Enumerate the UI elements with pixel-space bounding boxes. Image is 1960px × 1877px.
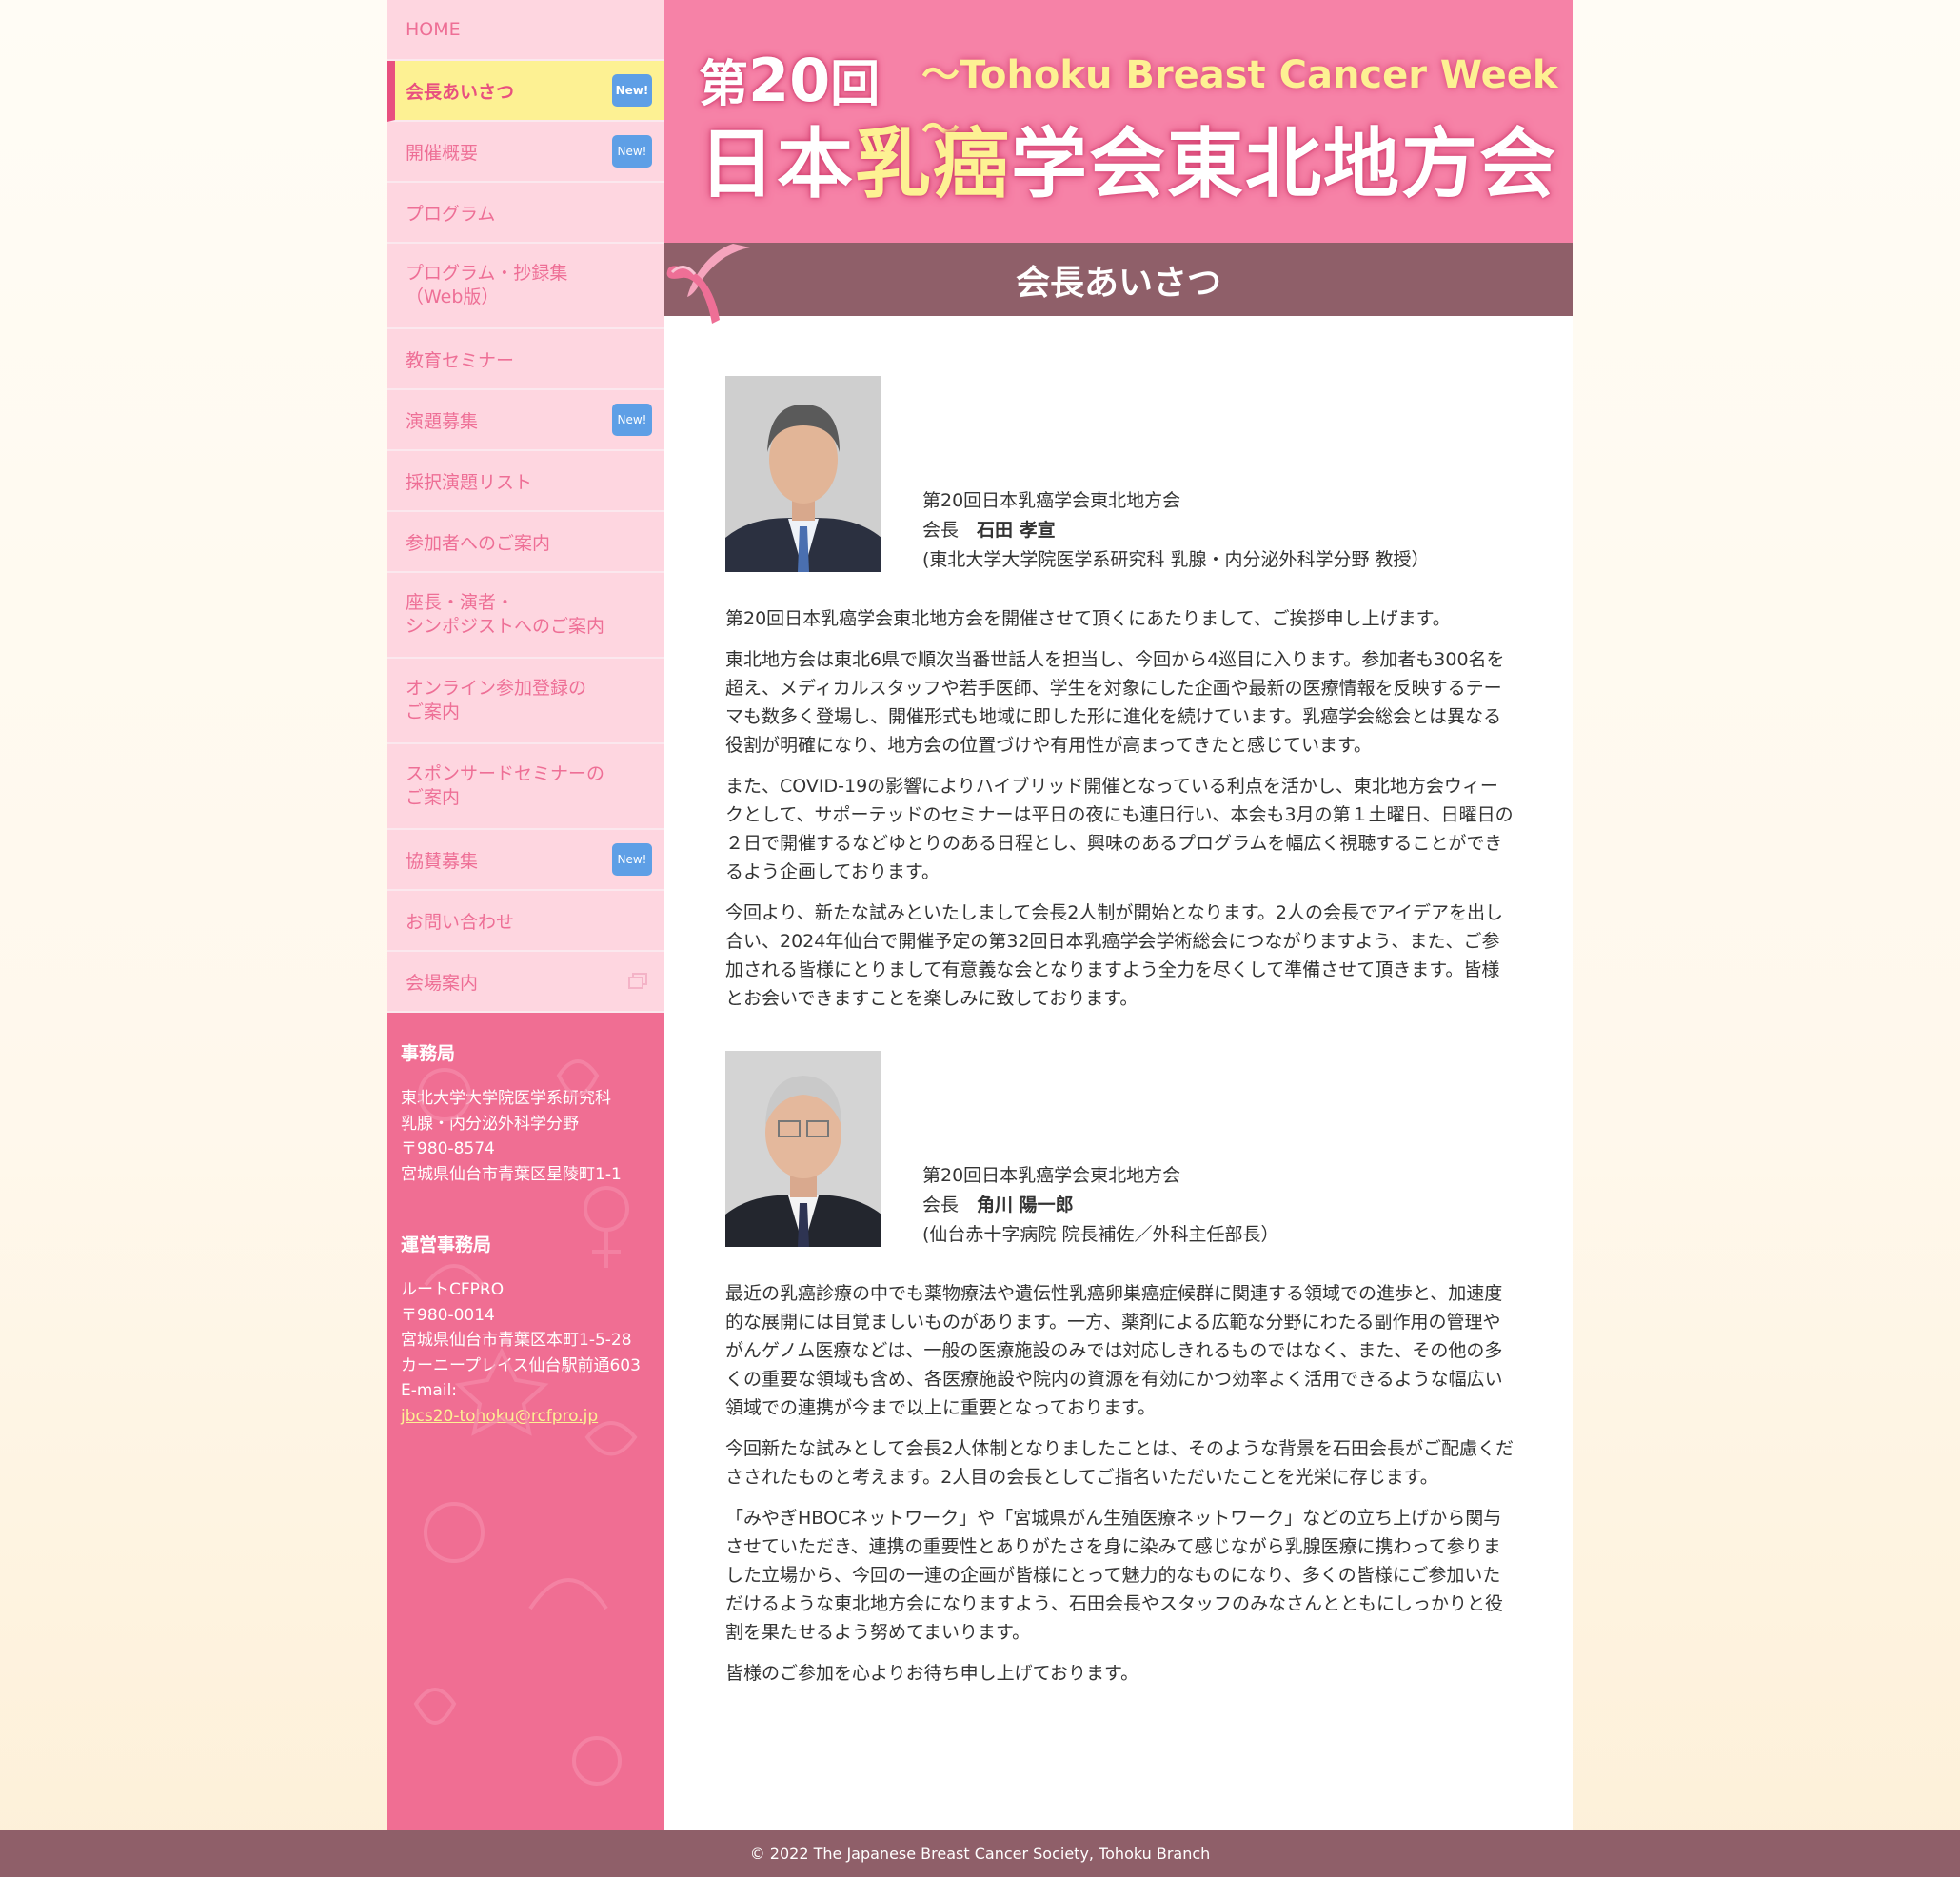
operations-office-line: 宮城県仙台市青葉区本町1-5-28 [401, 1331, 632, 1350]
nav-item-label: プログラム [406, 203, 496, 225]
nav-item-sponsored-seminar[interactable]: スポンサードセミナーの ご案内 [387, 744, 664, 830]
sidebar: HOME 会長あいさつ New! 開催概要 New! プログラム プログラム・抄録集… [387, 0, 664, 1830]
operations-office-title: 運営事務局 [401, 1235, 492, 1255]
president-name: 角川 陽一郎 [977, 1195, 1074, 1215]
nav-item-sponsorship[interactable]: 協賛募集 New! [387, 830, 664, 891]
new-badge: New! [612, 404, 652, 436]
greeting-paragraph: 「みやぎHBOCネットワーク」や「宮城県がん生殖医療ネットワーク」などの立ち上げ… [725, 1508, 1504, 1643]
nav-item-program[interactable]: プログラム [387, 183, 664, 244]
nav-item-label: オンライン参加登録の ご案内 [406, 678, 587, 722]
secretariat-line: 東北大学大学院医学系研究科 [401, 1089, 611, 1108]
sidebar-nav: HOME 会長あいさつ New! 開催概要 New! プログラム プログラム・抄録集… [387, 0, 664, 1013]
president-profile: 第20回日本乳癌学会東北地方会 会長 角川 陽一郎 (仙台赤十字病院 院長補佐／… [725, 1051, 1515, 1247]
nav-item-online-registration[interactable]: オンライン参加登録の ご案内 [387, 659, 664, 744]
nav-item-abstracts-web[interactable]: プログラム・抄録集 （Web版） [387, 244, 664, 329]
nav-item-contact[interactable]: お問い合わせ [387, 891, 664, 952]
nav-item-label: 開催概要 [406, 142, 479, 164]
header-banner: 第20回 ～Tohoku Breast Cancer Week～ 日本乳癌学会東… [664, 0, 1573, 243]
president-caption: 第20回日本乳癌学会東北地方会 会長 石田 孝宣 (東北大学大学院医学系研究科 … [922, 486, 1430, 575]
nav-item-label: 参加者へのご案内 [406, 532, 551, 554]
new-badge: New! [612, 135, 652, 168]
operations-office-line: E-mail: [401, 1381, 458, 1400]
banner-society-name: 日本乳癌学会東北地方会 [699, 120, 1557, 208]
nav-item-participant-info[interactable]: 参加者へのご案内 [387, 512, 664, 573]
president-org: 第20回日本乳癌学会東北地方会 [922, 490, 1181, 511]
greeting-paragraph: 東北地方会は東北6県で順次当番世話人を担当し、今回から4巡目に入ります。参加者も… [725, 649, 1505, 756]
greeting-paragraph: 今回新たな試みとして会長2人体制となりましたことは、そのような背景を石田会長がご… [725, 1438, 1514, 1488]
president-affiliation: (東北大学大学院医学系研究科 乳腺・内分泌外科学分野 教授） [922, 549, 1430, 570]
page-title: 会長あいさつ [664, 243, 1573, 316]
president-org: 第20回日本乳癌学会東北地方会 [922, 1165, 1181, 1186]
nav-item-label: 座長・演者・ シンポジストへのご案内 [406, 592, 605, 637]
president-title: 会長 石田 孝宣 [922, 520, 1056, 541]
nav-item-speaker-info[interactable]: 座長・演者・ シンポジストへのご案内 [387, 573, 664, 659]
nav-item-venue[interactable]: 会場案内 [387, 952, 664, 1013]
secretariat-line: 乳腺・内分泌外科学分野 [401, 1114, 579, 1134]
nav-item-greeting[interactable]: 会長あいさつ New! [387, 61, 664, 122]
president-title: 会長 角川 陽一郎 [922, 1195, 1074, 1215]
nav-item-label: 協賛募集 [406, 850, 479, 872]
secretariat-line: 〒980-8574 [401, 1139, 495, 1158]
president-profile: 第20回日本乳癌学会東北地方会 会長 石田 孝宣 (東北大学大学院医学系研究科 … [725, 376, 1515, 572]
nav-item-label: 演題募集 [406, 410, 479, 432]
nav-item-education-seminar[interactable]: 教育セミナー [387, 329, 664, 390]
footer: © 2022 The Japanese Breast Cancer Societ… [0, 1830, 1960, 1877]
nav-item-label: 会長あいさつ [406, 81, 515, 103]
email-link[interactable]: jbcs20-tohoku@rcfpro.jp [401, 1407, 598, 1426]
greeting-paragraph: 皆様のご参加を心よりお待ち申し上げております。 [725, 1663, 1139, 1684]
nav-item-label: スポンサードセミナーの ご案内 [406, 763, 605, 808]
president-caption: 第20回日本乳癌学会東北地方会 会長 角川 陽一郎 (仙台赤十字病院 院長補佐／… [922, 1161, 1278, 1250]
operations-office-block: 運営事務局 ルートCFPRO 〒980-0014 宮城県仙台市青葉区本町1-5-… [401, 1231, 651, 1429]
new-badge: New! [612, 843, 652, 876]
nav-item-label: 教育セミナー [406, 349, 515, 371]
nav-item-accepted-list[interactable]: 採択演題リスト [387, 451, 664, 512]
president-photo [725, 1051, 881, 1247]
main-content: 第20回 ～Tohoku Breast Cancer Week～ 日本乳癌学会東… [664, 0, 1573, 1830]
secretariat-title: 事務局 [401, 1043, 456, 1064]
greeting-content: 第20回日本乳癌学会東北地方会 会長 石田 孝宣 (東北大学大学院医学系研究科 … [725, 376, 1515, 1700]
operations-office-line: カーニープレイス仙台駅前通603 [401, 1355, 641, 1375]
pink-ribbon-icon [666, 244, 750, 324]
operations-office-line: ルートCFPRO [401, 1280, 505, 1299]
greeting-paragraph: 今回より、新たな試みといたしまして会長2人制が開始となります。2人の会長でアイデ… [725, 902, 1504, 1009]
new-badge: New! [612, 74, 652, 107]
secretariat-block: 事務局 東北大学大学院医学系研究科 乳腺・内分泌外科学分野 〒980-8574 … [401, 1039, 651, 1187]
greeting-paragraph: 最近の乳癌診療の中でも薬物療法や遺伝性乳癌卵巣癌症候群に関連する領域での進歩と、… [725, 1283, 1503, 1418]
president-name: 石田 孝宣 [977, 520, 1056, 541]
nav-item-call-for-abstracts[interactable]: 演題募集 New! [387, 390, 664, 451]
nav-item-home[interactable]: HOME [387, 0, 664, 61]
secretariat-line: 宮城県仙台市青葉区星陵町1-1 [401, 1164, 622, 1184]
nav-item-label: HOME [406, 19, 461, 40]
nav-item-label: 採択演題リスト [406, 471, 533, 493]
external-link-icon [628, 973, 647, 989]
office-info: 事務局 東北大学大学院医学系研究科 乳腺・内分泌外科学分野 〒980-8574 … [387, 1013, 664, 1429]
nav-item-overview[interactable]: 開催概要 New! [387, 122, 664, 183]
operations-office-line: 〒980-0014 [401, 1305, 495, 1325]
president-photo [725, 376, 881, 572]
nav-item-label: お問い合わせ [406, 911, 515, 933]
greeting-paragraph: 第20回日本乳癌学会東北地方会を開催させて頂くにあたりまして、ご挨拶申し上げます… [725, 608, 1451, 629]
nav-item-label: プログラム・抄録集 （Web版） [406, 263, 568, 307]
greeting-paragraph: また、COVID-19の影響によりハイブリッド開催となっている利点を活かし、東北… [725, 776, 1514, 882]
nav-item-label: 会場案内 [406, 972, 479, 994]
president-affiliation: (仙台赤十字病院 院長補佐／外科主任部長） [922, 1224, 1279, 1245]
